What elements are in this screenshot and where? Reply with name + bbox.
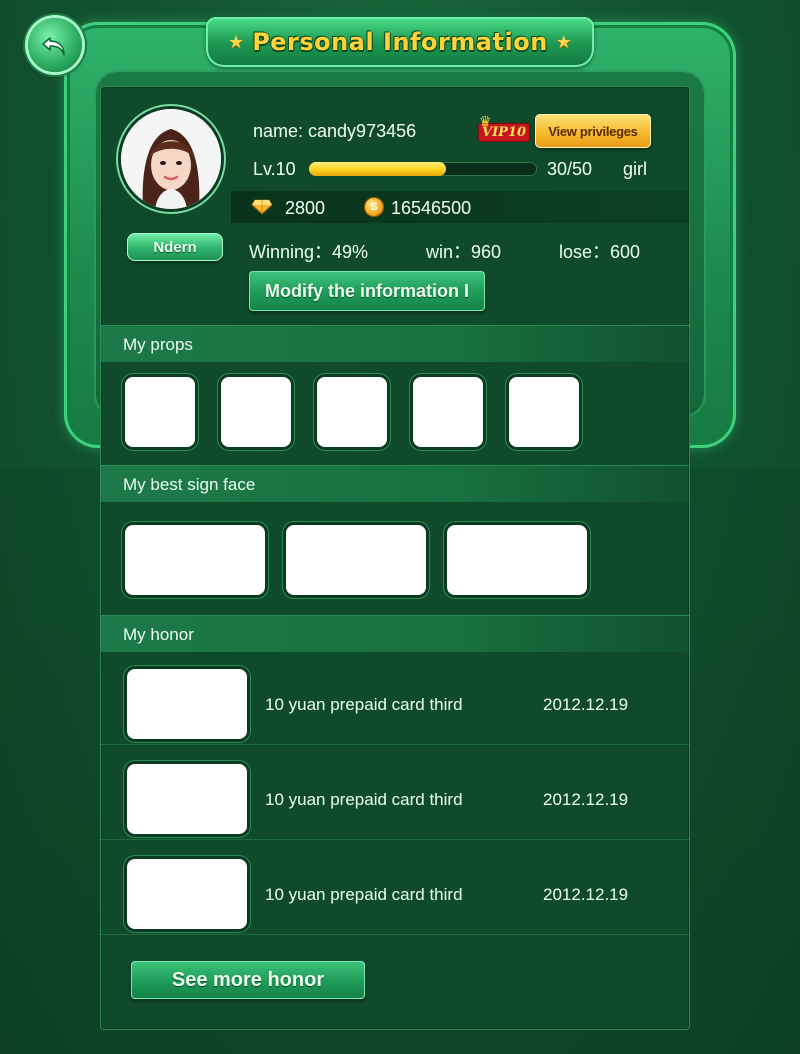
star-icon: ★	[555, 31, 572, 52]
coin-count: 16546500	[391, 198, 472, 218]
back-arrow-icon	[42, 37, 65, 56]
star-icon: ★	[228, 31, 245, 52]
honor-section-header: My honor	[101, 615, 689, 652]
title-banner: ★ Personal Information ★	[206, 17, 594, 67]
gem-count: 2800	[285, 198, 326, 218]
page-title: Personal Information	[252, 28, 548, 56]
avatar[interactable]	[121, 109, 221, 209]
winning-rate: Winning：49%	[249, 242, 369, 262]
prop-slot[interactable]	[509, 377, 579, 447]
prop-slot[interactable]	[413, 377, 483, 447]
vip-badge: ♛ VIP10	[478, 113, 530, 141]
win-count: win：960	[426, 242, 502, 262]
honor-date: 2012.12.19	[543, 790, 629, 809]
crown-icon: ♛	[479, 113, 492, 129]
coin-icon: S	[365, 198, 383, 216]
honor-image	[127, 764, 247, 834]
props-section-title: My props	[123, 335, 193, 354]
level-progress-bar	[309, 162, 537, 176]
prop-slot[interactable]	[221, 377, 291, 447]
prop-slot[interactable]	[317, 377, 387, 447]
honor-name: 10 yuan prepaid card third	[265, 885, 463, 904]
rank-badge: Ndern	[127, 233, 223, 261]
gender: girl	[623, 159, 648, 179]
level-progress-fill	[309, 162, 446, 176]
honor-name: 10 yuan prepaid card third	[265, 695, 463, 714]
props-section-header: My props	[101, 325, 689, 362]
diamond-icon	[251, 199, 273, 215]
level-count: 30/50	[547, 159, 593, 179]
view-privileges-button[interactable]: View privileges	[535, 114, 651, 148]
avatar-portrait	[121, 109, 221, 209]
honor-row: 10 yuan prepaid card third 2012.12.19	[101, 744, 689, 840]
honor-name: 10 yuan prepaid card third	[265, 790, 463, 809]
honor-image	[127, 669, 247, 739]
honor-image	[127, 859, 247, 929]
honor-section-title: My honor	[123, 625, 194, 644]
player-name: name: candy973456	[253, 121, 417, 141]
honor-date: 2012.12.19	[543, 695, 629, 714]
back-button[interactable]	[28, 18, 82, 72]
sign-face-slot[interactable]	[125, 525, 265, 595]
sign-face-section-title: My best sign face	[123, 475, 256, 494]
lose-count: lose：600	[559, 242, 641, 262]
honor-row: 10 yuan prepaid card third 2012.12.19	[101, 649, 689, 745]
prop-slot[interactable]	[125, 377, 195, 447]
see-more-honor-button[interactable]: See more honor	[131, 961, 365, 999]
modify-information-button[interactable]: Modify the information I	[249, 271, 485, 311]
info-panel: Ndern name: candy973456 ♛ VIP10 View pri…	[100, 86, 690, 1030]
level-label: Lv.10	[253, 159, 296, 179]
sign-face-slot[interactable]	[286, 525, 426, 595]
honor-row: 10 yuan prepaid card third 2012.12.19	[101, 839, 689, 935]
sign-face-slot[interactable]	[447, 525, 587, 595]
honor-date: 2012.12.19	[543, 885, 629, 904]
sign-face-section-header: My best sign face	[101, 465, 689, 502]
